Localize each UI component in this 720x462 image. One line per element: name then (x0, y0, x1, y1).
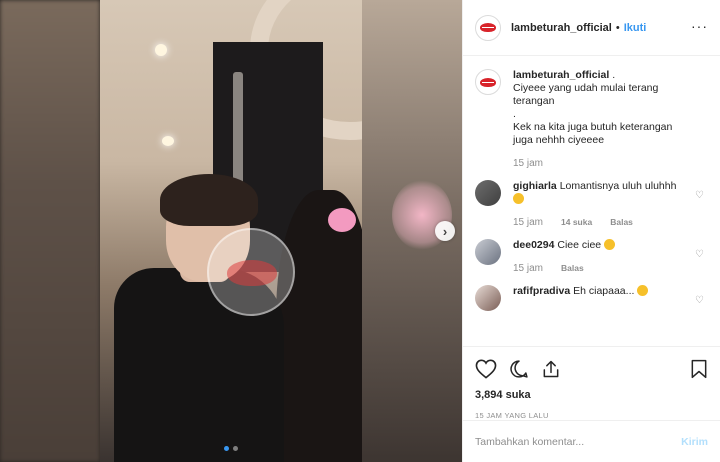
avatar[interactable] (475, 285, 501, 311)
add-comment-bar: Kirim (463, 420, 720, 462)
comment-username[interactable]: dee0294 (513, 239, 554, 251)
comment-item: dee0294 Ciee ciee 15 jam Balas ♡ (475, 239, 708, 275)
comments-list[interactable]: lambeturah_official . Ciyeee yang udah m… (463, 57, 720, 345)
likes-count[interactable]: 3,894 suka (475, 389, 708, 401)
like-comment-heart-icon[interactable]: ♡ (695, 249, 704, 260)
carousel-dot (233, 446, 238, 451)
caption-username[interactable]: lambeturah_official (513, 69, 609, 81)
video-frame[interactable] (100, 0, 362, 462)
comment-likes[interactable]: 14 suka (561, 216, 592, 229)
carousel-dot-active (224, 446, 229, 451)
lips-logo-icon (480, 77, 496, 87)
post-header: lambeturah_official • Ikuti ··· (463, 0, 720, 56)
caption-text: Kek na kita juga butuh keterangan juga n… (513, 121, 673, 146)
comment-item: gighiarla Lomantisnya uluh uluhhh 15 jam… (475, 180, 708, 229)
like-comment-heart-icon[interactable]: ♡ (695, 295, 704, 306)
avatar[interactable] (475, 180, 501, 206)
blurred-background-left (0, 0, 100, 462)
lips-logo-icon (480, 23, 496, 32)
caption-text: . (513, 108, 516, 120)
instagram-post: › lambeturah_official • Ikuti ··· lambet… (0, 0, 720, 462)
reply-button[interactable]: Balas (561, 262, 584, 275)
watermark-logo (207, 228, 295, 316)
bookmark-icon[interactable] (690, 359, 708, 379)
comment-input[interactable] (475, 435, 682, 448)
comment-item: rafifpradiva Eh ciapaaa... ♡ (475, 285, 708, 311)
share-icon[interactable] (541, 359, 561, 379)
comment-text: Lomantisnya uluh uluhhh (559, 180, 677, 192)
avatar[interactable] (475, 69, 501, 95)
caption-meta: 15 jam (513, 157, 688, 170)
separator-dot: • (615, 21, 620, 34)
ceiling-light (162, 136, 174, 146)
next-slide-button[interactable]: › (435, 221, 455, 241)
post-media[interactable]: › (0, 0, 462, 462)
more-options-icon[interactable]: ··· (691, 18, 708, 34)
post-actions: 3,894 suka 15 JAM YANG LALU (463, 346, 720, 420)
comment-meta: 15 jam Balas (513, 262, 688, 275)
comment-username[interactable]: gighiarla (513, 180, 557, 192)
action-icons (475, 357, 708, 381)
surprised-emoji-icon (637, 285, 649, 296)
avatar[interactable] (475, 14, 501, 41)
post-timestamp[interactable]: 15 JAM YANG LALU (475, 411, 708, 420)
carousel-dots (224, 446, 238, 451)
hair-clip (328, 208, 356, 232)
comment-text: Ciee ciee (557, 239, 602, 251)
chevron-right-icon: › (442, 223, 448, 239)
grinning-emoji-icon (513, 193, 524, 204)
timestamp[interactable]: 15 jam (513, 157, 543, 170)
comment-text: Eh ciapaaa... (573, 285, 635, 297)
ceiling-light (155, 44, 167, 56)
post-sidebar: lambeturah_official • Ikuti ··· lambetur… (462, 0, 720, 462)
comment-body: rafifpradiva Eh ciapaaa... (513, 285, 688, 311)
follow-button[interactable]: Ikuti (624, 22, 647, 34)
caption: lambeturah_official . Ciyeee yang udah m… (475, 69, 708, 170)
like-comment-heart-icon[interactable]: ♡ (695, 190, 704, 201)
comment-meta: 15 jam 14 suka Balas (513, 216, 688, 229)
comment-bubble-icon[interactable] (509, 359, 529, 379)
person-girl (276, 190, 362, 462)
post-comment-button[interactable]: Kirim (681, 436, 708, 448)
timestamp[interactable]: 15 jam (513, 216, 543, 229)
caption-text: . (612, 69, 616, 81)
like-heart-icon[interactable] (475, 359, 497, 379)
username-link[interactable]: lambeturah_official (511, 22, 612, 34)
grinning-emoji-icon (604, 239, 616, 250)
caption-body: lambeturah_official . Ciyeee yang udah m… (513, 69, 688, 170)
comment-body: gighiarla Lomantisnya uluh uluhhh 15 jam… (513, 180, 688, 229)
reply-button[interactable]: Balas (610, 216, 633, 229)
avatar[interactable] (475, 239, 501, 265)
timestamp[interactable]: 15 jam (513, 262, 543, 275)
comment-username[interactable]: rafifpradiva (513, 285, 570, 297)
caption-text: Ciyeee yang udah mulai terang terangan (513, 82, 659, 107)
comment-body: dee0294 Ciee ciee 15 jam Balas (513, 239, 688, 275)
person-man-hair (160, 174, 258, 226)
